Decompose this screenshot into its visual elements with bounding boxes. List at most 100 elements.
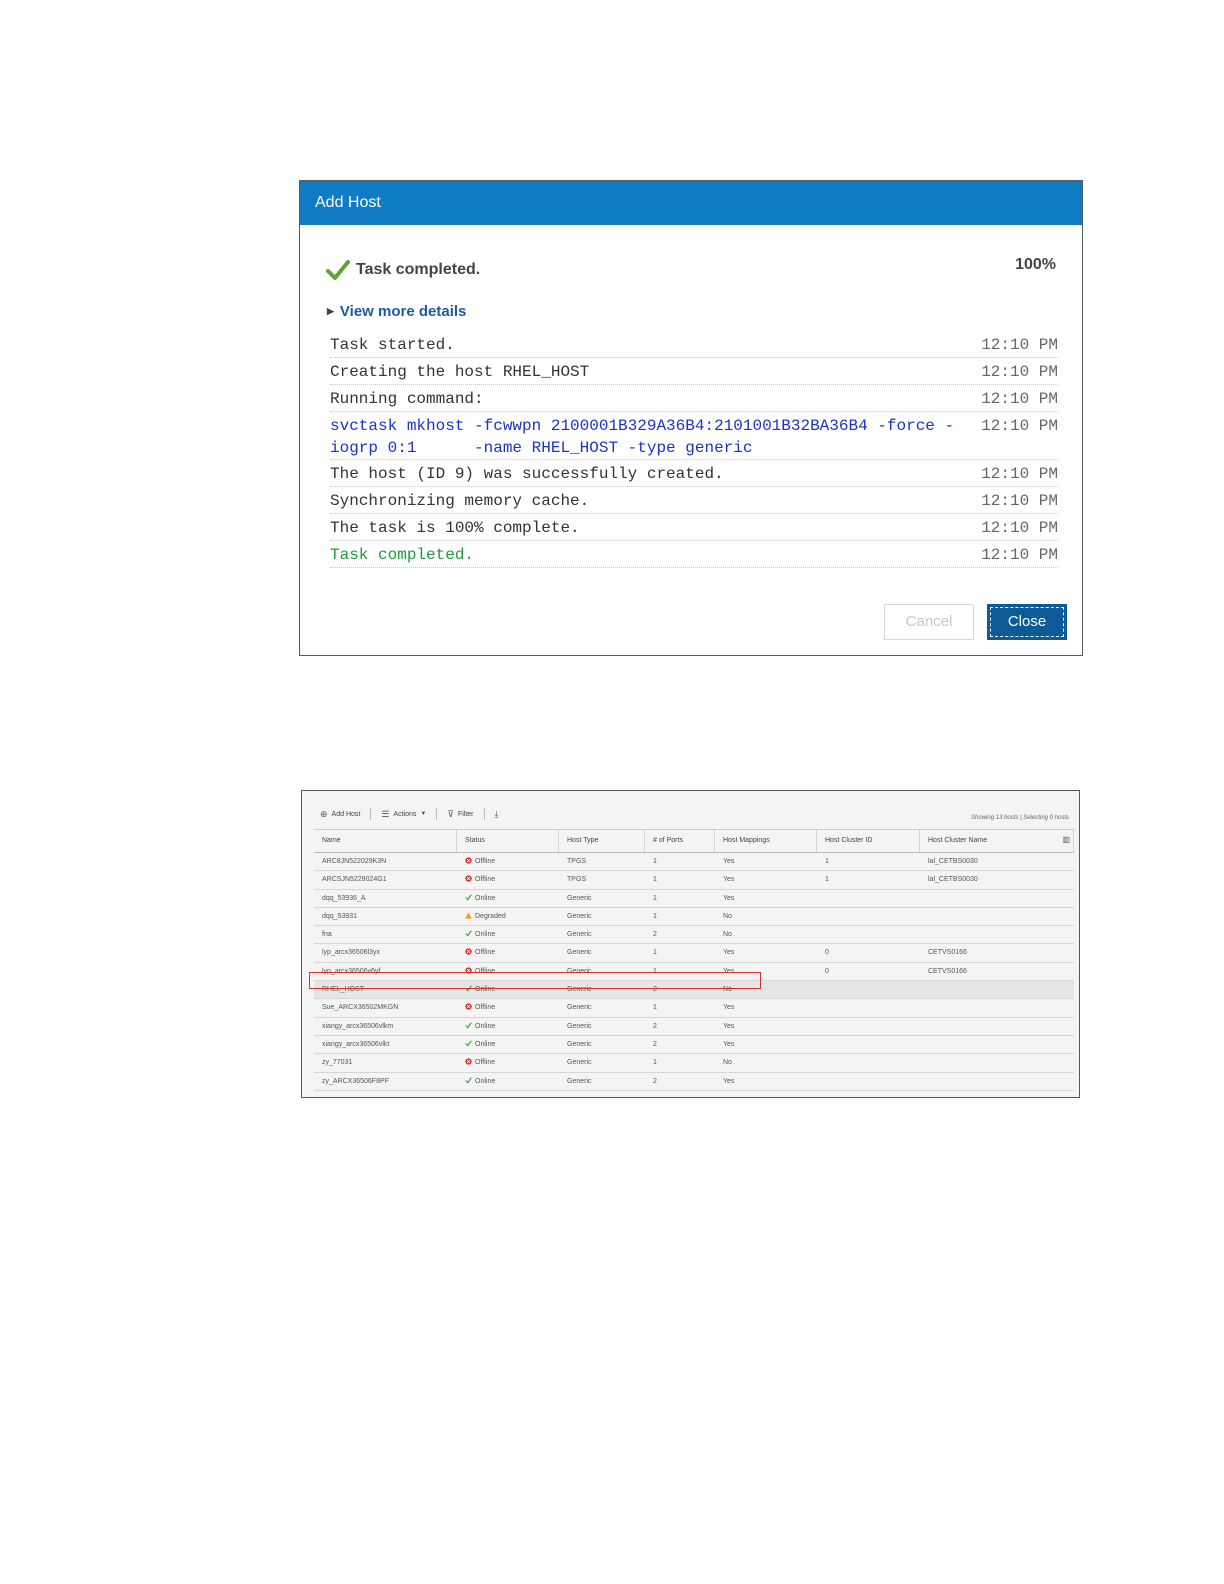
log-message: Task started. [330, 336, 455, 354]
cluster-id-cell [817, 926, 920, 943]
close-button[interactable]: Close [987, 604, 1067, 640]
host-type-cell: Generic [567, 1004, 592, 1012]
add-host-button[interactable]: ⊕ Add Host [320, 809, 360, 820]
table-header: Name Status Host Type # of Ports Host Mappin… [314, 829, 1074, 853]
cluster-id-cell [817, 999, 920, 1016]
disclosure-triangle-icon: ▶ [327, 306, 334, 316]
checkmark-icon [465, 1022, 472, 1029]
status-label: Online [475, 1077, 496, 1085]
checkmark-icon [465, 1040, 472, 1047]
log-message: Creating the host RHEL_HOST [330, 363, 590, 381]
cluster-id-cell: 1 [825, 876, 829, 884]
cluster-name-cell: lal_CETBS0030 [928, 858, 978, 865]
column-header[interactable]: Status [457, 830, 559, 852]
cluster-name-cell: CETVS0166 [928, 967, 967, 975]
status-label: Offline [475, 1059, 496, 1067]
checkmark-icon [465, 893, 472, 901]
ports-cell: 2 [653, 1040, 657, 1048]
column-header[interactable]: Name [314, 830, 457, 852]
host-type-cell: TPGS [567, 858, 587, 865]
cluster-name-cell [920, 1073, 1074, 1090]
highlight-box [309, 972, 761, 989]
mappings-cell: Yes [723, 1077, 735, 1085]
actions-menu-button[interactable]: ☰ Actions ▼ [381, 809, 426, 820]
cluster-name-cell: lal_CETBS0030 [928, 876, 978, 884]
progress-percent: 100% [1015, 256, 1056, 273]
toolbar-divider [436, 808, 438, 820]
cluster-name-cell [920, 1036, 1074, 1053]
add-host-label: Add Host [331, 810, 361, 818]
column-header[interactable]: Host Type [559, 830, 645, 852]
table-row[interactable]: xiangy_arcx36506vlkm Online Generic 2 Yes [314, 1017, 1074, 1036]
export-button[interactable]: ⤓ [495, 809, 503, 820]
status-label: Online [475, 1040, 496, 1048]
filter-label: Filter [457, 810, 474, 818]
log-message: The task is 100% complete. [330, 519, 580, 537]
log-timestamp: 12:10 PM [981, 465, 1058, 483]
column-header[interactable]: Host Cluster ID [817, 830, 920, 852]
download-icon: ⤓ [494, 808, 499, 819]
hosts-table: Name Status Host Type # of Ports Host Mappin… [314, 829, 1074, 1091]
cluster-name-cell [920, 999, 1074, 1016]
ports-cell: 1 [653, 1004, 657, 1012]
task-log: Task started. 12:10 PM Creating the host R… [330, 331, 1058, 568]
table-row[interactable]: lyp_arcx36506l3yx Offline Generic 1 Yes 0 CETV… [314, 944, 1074, 963]
column-header[interactable]: # of Ports [645, 830, 715, 852]
table-row[interactable]: zy_77031 Offline Generic 1 No [314, 1054, 1074, 1073]
status-cell: Online [457, 1073, 559, 1090]
status-cell: Online [457, 1036, 559, 1053]
cluster-id-cell: 0 [825, 949, 829, 957]
error-icon [465, 875, 472, 882]
status-label: Online [475, 1022, 496, 1030]
hosts-panel: ⊕ Add Host ☰ Actions ▼ ⊽ Filter ⤓ Showin… [301, 790, 1080, 1098]
add-host-dialog: Add Host Task completed. 100% ▶ View more… [299, 180, 1083, 656]
table-row[interactable]: dqq_53936_A Online Generic 1 Yes [314, 889, 1074, 908]
cluster-id-cell [817, 1054, 920, 1071]
cluster-id-cell: 1 [825, 858, 829, 865]
log-row: The task is 100% complete. 12:10 PM [330, 514, 1058, 541]
mappings-cell: Yes [723, 876, 735, 884]
table-row[interactable]: Sue_ARCX36502MKGN Offline Generic 1 Yes [314, 999, 1074, 1018]
host-name-cell: xiangy_arcx36506vlkm [322, 1022, 394, 1030]
column-header[interactable]: Host Mappings [715, 830, 817, 852]
log-row: Creating the host RHEL_HOST 12:10 PM [330, 358, 1058, 385]
log-message: Synchronizing memory cache. [330, 492, 590, 510]
log-row: Task completed. 12:10 PM [330, 541, 1058, 568]
filter-button[interactable]: ⊽ Filter [447, 809, 473, 820]
table-row[interactable]: dqq_53931 Degraded Generic 1 No [314, 907, 1074, 927]
ports-cell: 1 [653, 912, 657, 920]
error-icon [465, 1003, 472, 1011]
mappings-cell: No [723, 1059, 732, 1067]
status-cell: Offline [457, 853, 559, 870]
table-row[interactable]: ARC8JN522029K3N Offline TPGS 1 Yes 1 lal_CETBS… [314, 853, 1074, 872]
mappings-cell: Yes [723, 858, 735, 865]
table-row[interactable]: ARCSJN5229024G1 Offline TPGS 1 Yes 1 lal_CETBS… [314, 871, 1074, 890]
column-header[interactable]: Host Cluster Name [920, 830, 1074, 852]
log-timestamp: 12:10 PM [981, 336, 1058, 354]
task-status-text: Task completed. [356, 261, 481, 278]
host-name-cell: Sue_ARCX36502MKGN [322, 1004, 399, 1012]
log-message: Running command: [330, 390, 484, 408]
mappings-cell: Yes [723, 1004, 735, 1012]
table-row[interactable]: fna Online Generic 2 No [314, 926, 1074, 945]
host-name-cell: fna [322, 931, 332, 939]
columns-icon[interactable]: ▥ [1062, 835, 1070, 844]
mappings-cell: Yes [723, 1022, 735, 1030]
log-timestamp: 12:10 PM [981, 390, 1058, 408]
host-name-cell: xiangy_arcx36506vlkt [322, 1040, 390, 1048]
dialog-title: Add Host [300, 181, 1082, 225]
view-more-details-link[interactable]: ▶ View more details [327, 303, 466, 320]
host-name-cell: zy_ARCX36506F8PF [322, 1077, 389, 1085]
host-type-cell: Generic [567, 912, 592, 920]
filter-icon: ⊽ [447, 808, 454, 819]
view-more-details-label: View more details [339, 303, 467, 320]
table-row[interactable]: xiangy_arcx36506vlkt Online Generic 2 Yes [314, 1035, 1074, 1055]
table-row[interactable]: zy_ARCX36506F8PF Online Generic 2 Yes [314, 1072, 1074, 1091]
error-icon [465, 1058, 472, 1065]
log-timestamp: 12:10 PM [981, 546, 1058, 564]
checkmark-icon [465, 930, 472, 937]
toolbar-divider [483, 808, 485, 820]
cancel-button[interactable]: Cancel [884, 604, 974, 640]
mappings-cell: Yes [723, 894, 735, 902]
log-row: Synchronizing memory cache. 12:10 PM [330, 487, 1058, 514]
